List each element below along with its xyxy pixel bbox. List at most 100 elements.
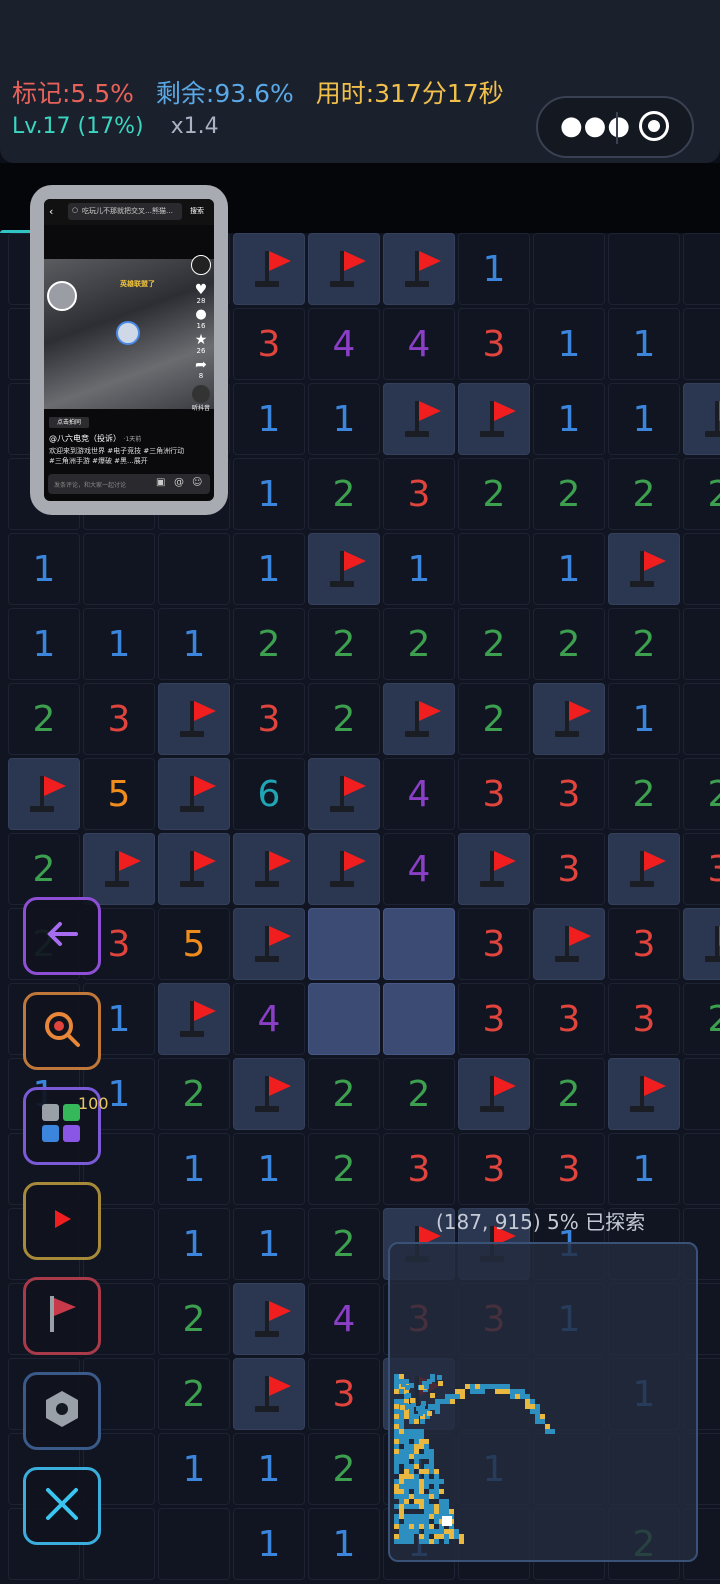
flagged-cell[interactable] [233, 233, 305, 305]
flagged-cell[interactable] [608, 533, 680, 605]
number-cell[interactable]: 2 [458, 458, 530, 530]
headphone-icon[interactable] [192, 385, 210, 403]
flagged-cell[interactable] [233, 908, 305, 980]
number-cell[interactable]: 5 [158, 908, 230, 980]
flagged-cell[interactable] [308, 833, 380, 905]
number-cell[interactable]: 3 [233, 308, 305, 380]
number-cell[interactable]: 2 [458, 608, 530, 680]
number-cell[interactable]: 1 [233, 533, 305, 605]
number-cell[interactable]: 4 [233, 983, 305, 1055]
flagged-cell[interactable] [308, 233, 380, 305]
flagged-cell[interactable] [383, 683, 455, 755]
flagged-cell[interactable] [308, 758, 380, 830]
number-cell[interactable]: 3 [458, 308, 530, 380]
number-cell[interactable]: 2 [8, 683, 80, 755]
number-cell[interactable]: 3 [383, 458, 455, 530]
flagged-cell[interactable] [308, 533, 380, 605]
number-cell[interactable]: 1 [458, 233, 530, 305]
selected-cell[interactable] [308, 908, 380, 980]
number-cell[interactable]: 1 [233, 1133, 305, 1205]
number-cell[interactable]: 1 [533, 383, 605, 455]
number-cell[interactable]: 3 [383, 1133, 455, 1205]
number-cell[interactable]: 6 [233, 758, 305, 830]
image-icon[interactable]: ▣ [156, 477, 165, 488]
empty-cell[interactable] [683, 608, 720, 680]
number-cell[interactable]: 2 [308, 608, 380, 680]
number-cell[interactable]: 2 [383, 608, 455, 680]
number-cell[interactable]: 1 [608, 308, 680, 380]
flagged-cell[interactable] [8, 758, 80, 830]
number-cell[interactable]: 2 [533, 608, 605, 680]
number-cell[interactable]: 1 [233, 1508, 305, 1580]
number-cell[interactable]: 1 [83, 608, 155, 680]
empty-cell[interactable] [683, 1058, 720, 1130]
number-cell[interactable]: 3 [458, 1133, 530, 1205]
number-cell[interactable]: 1 [158, 608, 230, 680]
empty-cell[interactable] [683, 308, 720, 380]
empty-cell[interactable] [683, 683, 720, 755]
minimap-panel[interactable] [388, 1242, 698, 1562]
flagged-cell[interactable] [533, 908, 605, 980]
number-cell[interactable]: 2 [158, 1058, 230, 1130]
number-cell[interactable]: 2 [158, 1283, 230, 1355]
follow-chip[interactable]: 点击拍同 [49, 417, 89, 428]
video-search-field[interactable]: 吃玩儿不那就把交叉…熊猫… ○ [68, 203, 182, 220]
number-cell[interactable]: 1 [533, 533, 605, 605]
video-author[interactable]: @八六电竞（投诉） [49, 434, 121, 443]
at-icon[interactable]: @ [174, 477, 184, 488]
number-cell[interactable]: 2 [458, 683, 530, 755]
flagged-cell[interactable] [233, 1058, 305, 1130]
settings-tool-button[interactable] [23, 1372, 101, 1450]
zoom-tool-button[interactable] [23, 992, 101, 1070]
number-cell[interactable]: 2 [683, 758, 720, 830]
number-cell[interactable]: 4 [383, 758, 455, 830]
number-cell[interactable]: 1 [233, 1208, 305, 1280]
number-cell[interactable]: 3 [683, 833, 720, 905]
flagged-cell[interactable] [608, 1058, 680, 1130]
number-cell[interactable]: 1 [233, 458, 305, 530]
number-cell[interactable]: 3 [308, 1358, 380, 1430]
number-cell[interactable]: 2 [608, 608, 680, 680]
comment-input[interactable]: 发条评论，和大家一起讨论 ▣ @ ☺ [48, 474, 210, 494]
number-cell[interactable]: 3 [458, 908, 530, 980]
number-cell[interactable]: 2 [308, 1133, 380, 1205]
flagged-cell[interactable] [233, 833, 305, 905]
flag-tool-button[interactable] [23, 1277, 101, 1355]
empty-cell[interactable] [608, 233, 680, 305]
share-arrow-icon[interactable]: ➦ [191, 358, 211, 372]
number-cell[interactable]: 2 [233, 608, 305, 680]
flagged-cell[interactable] [233, 1358, 305, 1430]
empty-cell[interactable] [158, 533, 230, 605]
more-dots-icon[interactable]: ●●● [560, 113, 631, 139]
star-icon[interactable]: ★ [191, 333, 211, 347]
number-cell[interactable]: 1 [383, 533, 455, 605]
number-cell[interactable]: 2 [383, 1058, 455, 1130]
number-cell[interactable]: 1 [158, 1433, 230, 1505]
number-cell[interactable]: 1 [533, 308, 605, 380]
apps-tool-button[interactable]: 100 [23, 1087, 109, 1165]
number-cell[interactable]: 3 [458, 758, 530, 830]
flagged-cell[interactable] [458, 383, 530, 455]
number-cell[interactable]: 1 [608, 1133, 680, 1205]
flagged-cell[interactable] [158, 983, 230, 1055]
flagged-cell[interactable] [158, 758, 230, 830]
number-cell[interactable]: 2 [533, 458, 605, 530]
flagged-cell[interactable] [383, 383, 455, 455]
empty-cell[interactable] [683, 1133, 720, 1205]
video-search-button[interactable]: 搜索 [190, 206, 204, 216]
floating-video-window[interactable]: ‹ 吃玩儿不那就把交叉…熊猫… ○ 搜索 英雄联盟了 ♥ 28 ● 16 ★ 2… [30, 185, 228, 515]
number-cell[interactable]: 2 [533, 1058, 605, 1130]
empty-cell[interactable] [83, 533, 155, 605]
selected-cell[interactable] [383, 983, 455, 1055]
number-cell[interactable]: 2 [608, 758, 680, 830]
selected-cell[interactable] [308, 983, 380, 1055]
flagged-cell[interactable] [683, 908, 720, 980]
like-heart-icon[interactable]: ♥ [191, 283, 211, 297]
empty-cell[interactable] [533, 233, 605, 305]
number-cell[interactable]: 1 [308, 1508, 380, 1580]
author-avatar-icon[interactable] [191, 255, 211, 275]
number-cell[interactable]: 2 [308, 1208, 380, 1280]
number-cell[interactable]: 4 [308, 308, 380, 380]
number-cell[interactable]: 3 [83, 683, 155, 755]
number-cell[interactable]: 3 [533, 758, 605, 830]
